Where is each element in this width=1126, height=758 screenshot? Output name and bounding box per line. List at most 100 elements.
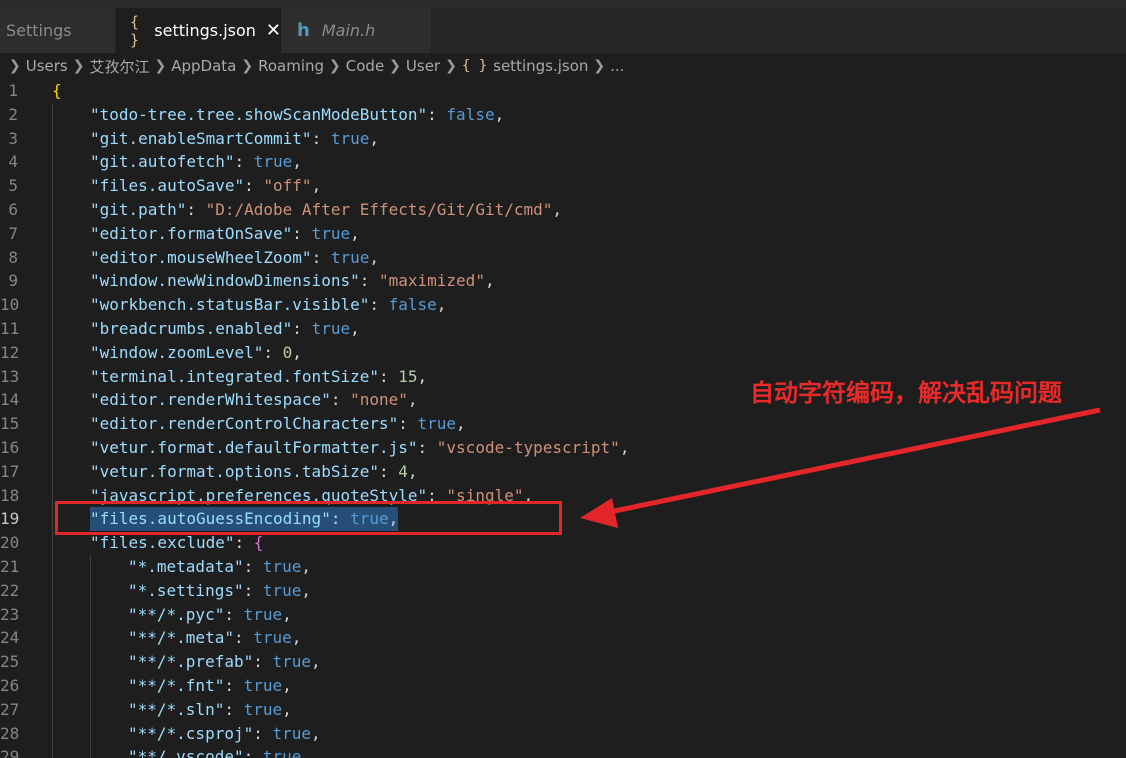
code-token: : — [224, 699, 244, 719]
indent-guide — [52, 721, 53, 746]
indent-guide — [90, 626, 91, 651]
code-line[interactable]: 24 "**/*.meta": true, — [0, 626, 1126, 651]
breadcrumb-item-users[interactable]: Users — [26, 57, 68, 75]
code-text: "git.path": "D:/Adobe After Effects/Git/… — [90, 198, 562, 222]
code-line[interactable]: 28 "**/*.csproj": true, — [0, 721, 1126, 746]
code-token: , — [311, 652, 321, 672]
code-text: "*.metadata": true, — [128, 555, 311, 579]
code-token: , — [282, 675, 292, 695]
line-number: 22 — [0, 580, 20, 600]
code-token: , — [292, 152, 302, 172]
line-number: 29 — [0, 747, 20, 758]
code-token: true — [272, 652, 312, 672]
code-token: "terminal.integrated.fontSize" — [90, 366, 379, 386]
tab-bar: Settings { } settings.json ✕ h Main.h — [0, 8, 1126, 53]
line-number: 24 — [0, 628, 20, 648]
indent-guide — [52, 507, 53, 532]
code-token: : — [292, 318, 312, 338]
code-text: "**/*.fnt": true, — [128, 674, 292, 698]
breadcrumb-item-appdata[interactable]: AppData — [171, 57, 236, 75]
breadcrumb-item-code[interactable]: Code — [346, 57, 384, 75]
code-token: "workbench.statusBar.visible" — [90, 295, 370, 315]
code-line[interactable]: 11 "breadcrumbs.enabled": true, — [0, 316, 1126, 341]
line-number: 14 — [0, 390, 20, 410]
code-text: "**/*.pyc": true, — [128, 603, 292, 627]
breadcrumb-item-symbols[interactable]: ... — [610, 57, 624, 75]
breadcrumb-item-file[interactable]: settings.json — [493, 57, 588, 75]
code-token: { — [52, 81, 62, 100]
code-text: "editor.formatOnSave": true, — [90, 222, 360, 246]
code-line[interactable]: 23 "**/*.pyc": true, — [0, 602, 1126, 627]
chevron-right-icon: ❯ — [154, 58, 167, 74]
code-token: true — [253, 152, 293, 172]
tab-main-h[interactable]: h Main.h — [281, 8, 431, 53]
line-number: 10 — [0, 295, 20, 315]
line-number: 19 — [0, 509, 20, 529]
line-number: 21 — [0, 556, 20, 576]
code-text: "vetur.format.defaultFormatter.js": "vsc… — [90, 436, 629, 460]
code-line[interactable]: 22 "*.settings": true, — [0, 578, 1126, 603]
line-number: 27 — [0, 699, 20, 719]
indent-guide — [52, 221, 53, 246]
indent-guide — [52, 126, 53, 151]
code-token: "git.path" — [90, 199, 187, 219]
code-line[interactable]: 29 "**/.vscode": true — [0, 745, 1126, 758]
indent-guide — [90, 650, 91, 674]
code-text: "git.autofetch": true, — [90, 150, 302, 174]
code-token: true — [311, 223, 351, 243]
code-line[interactable]: 9 "window.newWindowDimensions": "maximize… — [0, 269, 1126, 294]
code-token: : — [244, 176, 264, 196]
code-token: true — [253, 628, 292, 648]
line-number: 7 — [8, 223, 18, 243]
code-token: : — [243, 580, 263, 600]
code-token: "window.newWindowDimensions" — [90, 271, 360, 291]
code-text: "git.enableSmartCommit": true, — [90, 127, 379, 151]
code-line[interactable]: 26 "**/*.fnt": true, — [0, 673, 1126, 698]
code-line[interactable]: 3 "git.enableSmartCommit": true, — [0, 126, 1126, 151]
code-token: , — [407, 390, 418, 410]
code-token: , — [301, 556, 312, 576]
code-line[interactable]: 8 "editor.mouseWheelZoom": true, — [0, 245, 1126, 270]
code-line[interactable]: 12 "window.zoomLevel": 0, — [0, 340, 1126, 365]
tab-settings[interactable]: Settings — [0, 8, 116, 53]
line-number: 6 — [8, 199, 18, 219]
code-token: , — [369, 247, 379, 267]
code-token: : — [378, 366, 399, 386]
line-number: 4 — [8, 152, 18, 172]
breadcrumb-item-user[interactable]: User — [406, 57, 440, 75]
code-line[interactable]: 17 "vetur.format.options.tabSize": 4, — [0, 459, 1126, 484]
code-line[interactable]: 1{ — [0, 79, 1126, 103]
indent-guide — [52, 673, 53, 698]
breadcrumb-item-user-folder[interactable]: 艾孜尔江 — [89, 56, 149, 77]
code-line[interactable]: 27 "**/*.sln": true, — [0, 697, 1126, 722]
code-token: true — [262, 580, 302, 600]
code-line[interactable]: 4 "git.autofetch": true, — [0, 150, 1126, 175]
code-token: : — [224, 604, 244, 624]
window-top-strip — [0, 0, 1126, 8]
code-line[interactable]: 10 "workbench.statusBar.visible": false, — [0, 293, 1126, 317]
chevron-right-icon: ❯ — [72, 58, 85, 74]
code-editor[interactable]: 1{2 "todo-tree.tree.showScanModeButton": … — [0, 79, 1126, 758]
code-line[interactable]: 5 "files.autoSave": "off", — [0, 174, 1126, 198]
code-line[interactable]: 7 "editor.formatOnSave": true, — [0, 221, 1126, 246]
indent-guide — [52, 602, 53, 627]
line-number: 25 — [0, 652, 20, 672]
breadcrumb-item-roaming[interactable]: Roaming — [258, 57, 324, 75]
code-token: "editor.renderWhitespace" — [90, 390, 331, 410]
code-token: "vscode-typescript" — [436, 437, 620, 457]
line-number: 5 — [8, 176, 18, 196]
tab-settings-json[interactable]: { } settings.json ✕ — [116, 8, 281, 53]
code-token: "off" — [263, 176, 312, 196]
code-token: "files.autoSave" — [90, 176, 245, 196]
code-token: , — [619, 437, 630, 457]
code-token: : — [311, 128, 331, 148]
code-line[interactable]: 6 "git.path": "D:/Adobe After Effects/Git… — [0, 197, 1126, 222]
code-line[interactable]: 16 "vetur.format.defaultFormatter.js": "v… — [0, 435, 1126, 460]
code-line[interactable]: 21 "*.metadata": true, — [0, 554, 1126, 579]
code-line[interactable]: 15 "editor.renderControlCharacters": true… — [0, 412, 1126, 436]
close-icon[interactable]: ✕ — [266, 20, 281, 41]
code-line[interactable]: 25 "**/*.prefab": true, — [0, 650, 1126, 674]
breadcrumb: ❯ Users ❯ 艾孜尔江 ❯ AppData ❯ Roaming ❯ Cod… — [0, 53, 1126, 79]
line-number: 17 — [0, 461, 20, 481]
code-line[interactable]: 2 "todo-tree.tree.showScanModeButton": fa… — [0, 102, 1126, 127]
